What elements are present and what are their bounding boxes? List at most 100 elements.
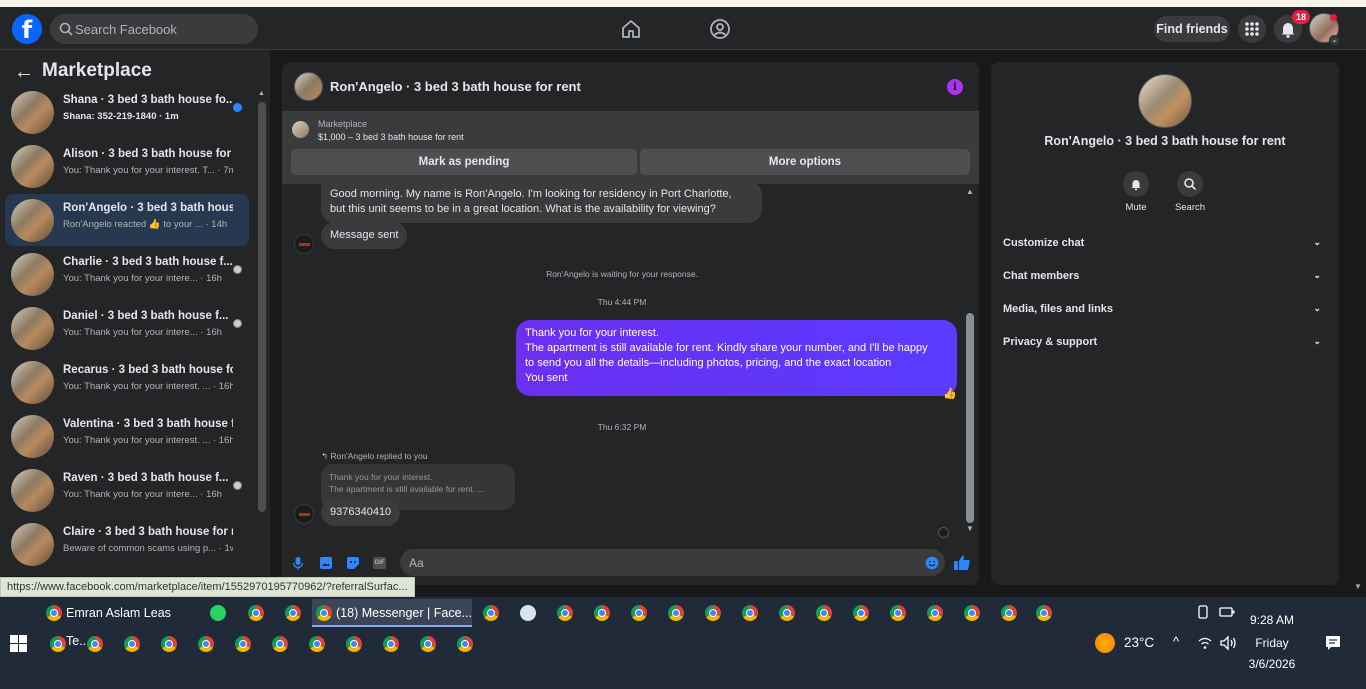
media-files-links-row[interactable]: Media, files and links ⌄ — [1003, 303, 1327, 321]
thumbs-up-reaction-icon[interactable]: 👍 — [943, 387, 957, 400]
conversation-item-active[interactable]: Ron'Angelo · 3 bed 3 bath hous... Ron'An… — [5, 194, 249, 246]
chat-members-row[interactable]: Chat members ⌄ — [1003, 270, 1327, 288]
chrome-icon[interactable] — [483, 605, 499, 621]
incoming-message[interactable]: 9376340410 — [321, 499, 401, 526]
incoming-message[interactable]: Message sent — [321, 222, 408, 249]
conversation-item[interactable]: Recarus · 3 bed 3 bath house fo... You: … — [5, 356, 249, 408]
mark-as-pending-button[interactable]: Mark as pending — [291, 149, 637, 175]
listing-thumbnail[interactable] — [292, 121, 309, 138]
more-options-button[interactable]: More options — [640, 149, 970, 175]
chat-scrollbar[interactable] — [966, 313, 974, 523]
menu-grid-button[interactable] — [1238, 15, 1266, 43]
wifi-icon[interactable] — [1197, 635, 1213, 651]
conversation-item[interactable]: Raven · 3 bed 3 bath house f... You: Tha… — [5, 464, 249, 516]
message-input[interactable] — [400, 549, 945, 576]
chrome-icon[interactable] — [309, 636, 325, 652]
chrome-icon[interactable] — [705, 605, 721, 621]
chrome-icon[interactable] — [853, 605, 869, 621]
info-icon[interactable]: i — [947, 79, 963, 95]
chrome-icon[interactable] — [420, 636, 436, 652]
chat-avatar[interactable] — [294, 72, 323, 101]
chrome-icon[interactable] — [285, 605, 301, 621]
scroll-down-arrow-icon[interactable]: ▼ — [966, 524, 974, 533]
microphone-icon[interactable] — [291, 556, 305, 570]
scroll-up-arrow-icon[interactable]: ▲ — [258, 90, 265, 97]
search-box[interactable] — [50, 14, 258, 44]
mute-button[interactable]: Mute — [1106, 171, 1166, 213]
photo-icon[interactable] — [319, 556, 333, 570]
conversation-item[interactable]: Valentina · 3 bed 3 bath house f... You:… — [5, 410, 249, 462]
sender-avatar[interactable] — [294, 234, 314, 254]
chrome-icon[interactable] — [594, 605, 610, 621]
search-input[interactable] — [75, 14, 250, 44]
chrome-icon[interactable] — [161, 636, 177, 652]
chrome-icon[interactable] — [1036, 605, 1052, 621]
listing-price[interactable]: $1,000 – 3 bed 3 bath house for rent — [318, 132, 464, 142]
search-in-conversation-button[interactable]: Search — [1160, 171, 1220, 213]
chevron-down-icon[interactable]: ⌄ — [1329, 35, 1340, 46]
sidebar-scrollbar[interactable] — [258, 102, 266, 512]
listing-avatar[interactable] — [1138, 74, 1192, 128]
whatsapp-icon[interactable] — [210, 605, 226, 621]
chrome-icon[interactable] — [457, 636, 473, 652]
thumbs-up-icon[interactable] — [953, 554, 971, 571]
conversation-item[interactable]: Shana · 3 bed 3 bath house fo... Shana: … — [5, 86, 249, 138]
facebook-logo-icon[interactable]: f — [12, 14, 42, 44]
chrome-icon[interactable] — [631, 605, 647, 621]
chat-title[interactable]: Ron'Angelo · 3 bed 3 bath house for rent — [330, 79, 581, 94]
emoji-icon[interactable] — [925, 556, 939, 570]
gif-icon[interactable]: GIF — [373, 557, 386, 569]
chrome-icon[interactable] — [927, 605, 943, 621]
chrome-icon[interactable] — [668, 605, 684, 621]
chrome-icon[interactable] — [235, 636, 251, 652]
incoming-message[interactable]: Good morning. My name is Ron'Angelo. I'm… — [321, 181, 762, 223]
conversation-preview: You: Thank you for your interest. T... ·… — [63, 165, 233, 176]
windows-start-icon[interactable] — [10, 635, 27, 652]
phone-link-icon[interactable] — [1196, 605, 1210, 619]
conversation-item[interactable]: Daniel · 3 bed 3 bath house f... You: Th… — [5, 302, 249, 354]
find-friends-button[interactable]: Find friends — [1154, 16, 1230, 42]
weather-sun-icon[interactable] — [1095, 633, 1115, 653]
chrome-icon[interactable] — [383, 636, 399, 652]
chrome-icon[interactable] — [248, 605, 264, 621]
chrome-icon[interactable] — [124, 636, 140, 652]
taskbar-app-messenger-window[interactable]: (18) Messenger | Face... — [312, 599, 472, 627]
chrome-icon[interactable] — [87, 636, 103, 652]
scroll-down-arrow-icon[interactable]: ▼ — [1354, 582, 1362, 591]
privacy-support-row[interactable]: Privacy & support ⌄ — [1003, 336, 1327, 354]
clock-day[interactable]: Friday — [1230, 636, 1314, 650]
home-icon[interactable] — [619, 17, 643, 41]
notification-center-icon[interactable] — [1325, 635, 1341, 651]
clock-date[interactable]: 3/6/2026 — [1230, 657, 1314, 671]
chrome-icon[interactable] — [964, 605, 980, 621]
conversation-preview: Ron'Angelo reacted 👍 to your ... · 14h — [63, 219, 228, 230]
chrome-icon[interactable] — [890, 605, 906, 621]
chrome-icon[interactable] — [779, 605, 795, 621]
conversation-item[interactable]: Claire · 3 bed 3 bath house for r... Bew… — [5, 518, 249, 570]
chrome-icon[interactable] — [816, 605, 832, 621]
chrome-icon[interactable] — [346, 636, 362, 652]
message-line: Good morning. My name is Ron'Angelo. I'm… — [330, 188, 732, 200]
chrome-icon[interactable] — [557, 605, 573, 621]
row-label: Chat members — [1003, 270, 1080, 282]
chrome-icon[interactable] — [198, 636, 214, 652]
conversation-item[interactable]: Alison · 3 bed 3 bath house for ... You:… — [5, 140, 249, 192]
chrome-icon[interactable] — [50, 636, 66, 652]
profile-icon[interactable] — [708, 17, 732, 41]
show-hidden-icons-icon[interactable]: ^ — [1173, 634, 1179, 649]
paint-icon[interactable] — [520, 605, 536, 621]
page-scrollbar[interactable] — [1352, 50, 1366, 596]
conversation-item[interactable]: Charlie · 3 bed 3 bath house f... You: T… — [5, 248, 249, 300]
back-arrow-icon[interactable]: ← — [14, 61, 34, 84]
customize-chat-row[interactable]: Customize chat ⌄ — [1003, 237, 1327, 255]
outgoing-message[interactable]: Thank you for your interest. The apartme… — [516, 320, 957, 396]
chrome-icon[interactable] — [272, 636, 288, 652]
clock-time[interactable]: 9:28 AM — [1230, 613, 1314, 627]
weather-temperature[interactable]: 23°C — [1124, 635, 1154, 650]
sender-avatar[interactable] — [294, 504, 314, 524]
scroll-up-arrow-icon[interactable]: ▲ — [966, 187, 974, 196]
sticker-icon[interactable] — [346, 556, 360, 570]
taskbar-app-chrome-window[interactable]: Emran Aslam Leas Te... — [42, 599, 190, 648]
chrome-icon[interactable] — [742, 605, 758, 621]
chrome-icon[interactable] — [1001, 605, 1017, 621]
